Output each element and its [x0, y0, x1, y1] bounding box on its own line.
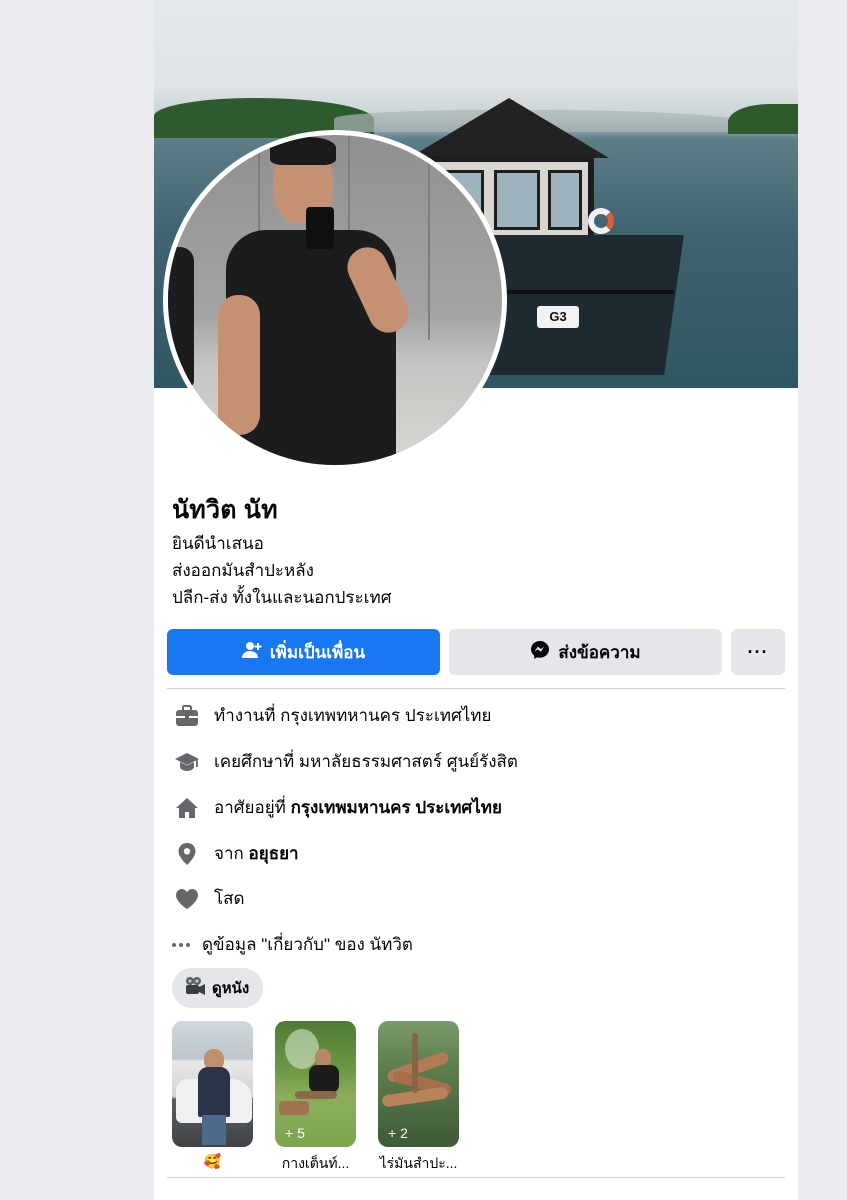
highlight-caption: 🥰 [203, 1153, 222, 1169]
education-text: เคยศึกษาที่ มหาลัยธรรมศาสตร์ ศูนย์รังสิต [214, 752, 518, 771]
home-icon [174, 795, 200, 821]
ellipsis-icon [170, 932, 192, 958]
movie-camera-icon [184, 976, 206, 1000]
divider [167, 1177, 785, 1178]
messenger-icon [530, 640, 550, 665]
highlight-item[interactable]: + 5 กางเต็นท์... [275, 1021, 356, 1175]
highlight-thumbnail: + 2 [378, 1021, 459, 1147]
relationship-text: โสด [214, 889, 245, 908]
see-about-text: ดูข้อมูล "เกี่ยวกับ" ของ นัทวิต [202, 935, 413, 954]
highlight-count: + 5 [285, 1125, 305, 1141]
highlight-thumbnail [172, 1021, 253, 1147]
intro-lives: อาศัยอยู่ที่ กรุงเทพมหานคร ประเทศไทย [174, 794, 502, 821]
life-ring [588, 208, 614, 234]
bio-line: ปลีก-ส่ง ทั้งในและนอกประเทศ [172, 588, 392, 607]
hobby-label: ดูหนัง [212, 980, 250, 997]
briefcase-icon [174, 703, 200, 729]
add-friend-icon [241, 641, 262, 664]
from-prefix: จาก [214, 844, 249, 863]
intro-education: เคยศึกษาที่ มหาลัยธรรมศาสตร์ ศูนย์รังสิต [174, 748, 518, 775]
divider [167, 688, 785, 689]
location-pin-icon [174, 841, 200, 867]
highlight-caption: ไร่มันสำปะ... [379, 1155, 458, 1171]
highlight-count: + 2 [388, 1125, 408, 1141]
intro-from: จาก อยุธยา [174, 840, 299, 867]
highlight-thumbnail: + 5 [275, 1021, 356, 1147]
profile-page: G3 นัทวิต นัท ยินดีนำเสนอ ส่งออกมันสำปะห… [154, 0, 798, 1200]
cover-badge: G3 [537, 306, 579, 328]
highlight-caption: กางเต็นท์... [281, 1155, 350, 1171]
graduation-cap-icon [174, 749, 200, 775]
profile-bio: ยินดีนำเสนอ ส่งออกมันสำปะหลัง ปลีก-ส่ง ท… [172, 530, 391, 611]
lives-prefix: อาศัยอยู่ที่ [214, 798, 291, 817]
more-icon: ··· [747, 641, 769, 662]
profile-picture[interactable] [163, 130, 507, 470]
message-label: ส่งข้อความ [558, 642, 641, 662]
heart-icon [174, 886, 200, 912]
from-value[interactable]: อยุธยา [249, 844, 299, 863]
bio-line: ส่งออกมันสำปะหลัง [172, 561, 314, 580]
profile-name: นัทวิต นัท [172, 496, 278, 524]
intro-relationship: โสด [174, 885, 245, 912]
add-friend-label: เพิ่มเป็นเพื่อน [269, 642, 366, 662]
see-about-link[interactable]: ดูข้อมูล "เกี่ยวกับ" ของ นัทวิต [170, 931, 413, 958]
lives-value[interactable]: กรุงเทพมหานคร ประเทศไทย [291, 798, 502, 817]
more-options-button[interactable]: ··· [731, 629, 785, 675]
highlight-item[interactable]: 🥰 [172, 1021, 253, 1170]
work-text: ทำงานที่ กรุงเทพทหานคร ประเทศไทย [214, 706, 492, 725]
highlight-item[interactable]: + 2 ไร่มันสำปะ... [378, 1021, 459, 1175]
message-button[interactable]: ส่งข้อความ [449, 629, 722, 675]
intro-work: ทำงานที่ กรุงเทพทหานคร ประเทศไทย [174, 702, 491, 729]
hobby-chip[interactable]: ดูหนัง [172, 968, 264, 1008]
add-friend-button[interactable]: เพิ่มเป็นเพื่อน [167, 629, 440, 675]
bio-line: ยินดีนำเสนอ [172, 534, 264, 553]
